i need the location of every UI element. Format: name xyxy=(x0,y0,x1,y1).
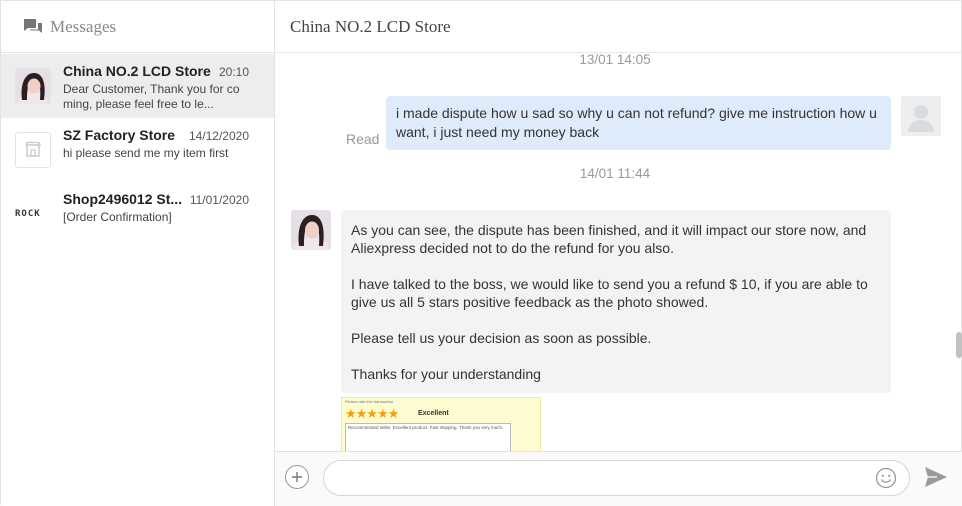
chat-store-name: China NO.2 LCD Store xyxy=(290,16,451,36)
message-scrollbar[interactable] xyxy=(955,54,962,451)
conversation-time: 20:10 xyxy=(218,65,249,79)
conversation-name: Shop2496012 St... xyxy=(63,191,183,207)
message-paragraph: I have talked to the boss, we would like… xyxy=(351,276,868,310)
image-rating-text: Excellent xyxy=(418,410,449,417)
conversation-preview: hi please send me my item first xyxy=(63,146,229,160)
message-paragraph: Thanks for your understanding xyxy=(351,366,541,382)
conversation-item[interactable]: ROCK Shop2496012 St... 11/01/2020 [Order… xyxy=(1,182,274,246)
smiley-icon[interactable] xyxy=(875,467,897,489)
image-rate-label: Please rate this transaction xyxy=(345,399,394,404)
conversation-item[interactable]: China NO.2 LCD Store 20:10 Dear Customer… xyxy=(1,54,274,118)
image-review-text: Recommended seller. Excellent product. F… xyxy=(345,423,511,451)
message-paragraph: Please tell us your decision as soon as … xyxy=(351,330,652,346)
feedback-image-attachment[interactable]: Please rate this transaction ★★★★★ Excel… xyxy=(341,397,541,451)
chat-bubbles-icon xyxy=(23,18,43,36)
rock-logo: ROCK xyxy=(15,206,53,222)
message-paragraph: As you can see, the dispute has been fin… xyxy=(351,222,867,256)
user-avatar xyxy=(901,96,941,136)
five-star-rating-icon: ★★★★★ xyxy=(345,406,399,421)
conversation-sidebar: Messages China NO.2 LCD Store 20:10 Dear… xyxy=(1,1,275,506)
chat-header: China NO.2 LCD Store xyxy=(275,1,962,53)
rock-logo-text: ROCK xyxy=(15,209,41,219)
message-list[interactable]: 13/01 14:05 Read i made dispute how u sa… xyxy=(275,54,962,451)
plus-icon[interactable] xyxy=(285,465,309,489)
conversation-preview: Dear Customer, Thank you for co ming, pl… xyxy=(63,82,240,111)
conversation-preview: [Order Confirmation] xyxy=(63,210,172,224)
conversation-time: 11/01/2020 xyxy=(189,193,249,207)
message-input-bar xyxy=(275,451,962,506)
shop-placeholder-icon xyxy=(15,132,51,168)
conversation-name: China NO.2 LCD Store xyxy=(63,63,211,79)
chat-window: Messages China NO.2 LCD Store 20:10 Dear… xyxy=(0,0,962,506)
store-avatar-photo xyxy=(15,68,51,104)
conversation-time: 14/12/2020 xyxy=(188,129,249,143)
read-status: Read xyxy=(346,131,380,147)
sidebar-title: Messages xyxy=(50,16,117,36)
chat-panel: China NO.2 LCD Store 13/01 14:05 Read i … xyxy=(275,1,962,506)
incoming-message: As you can see, the dispute has been fin… xyxy=(341,210,891,393)
scrollbar-thumb[interactable] xyxy=(956,332,962,358)
conversation-item[interactable]: SZ Factory Store 14/12/2020 hi please se… xyxy=(1,118,274,182)
message-timestamp: 13/01 14:05 xyxy=(579,54,651,67)
store-avatar-photo xyxy=(291,210,331,250)
message-timestamp: 14/01 11:44 xyxy=(579,166,651,181)
sidebar-header: Messages xyxy=(1,1,274,53)
send-icon[interactable] xyxy=(924,466,948,488)
message-input[interactable] xyxy=(323,460,910,496)
outgoing-message: i made dispute how u sad so why u can no… xyxy=(386,96,891,150)
